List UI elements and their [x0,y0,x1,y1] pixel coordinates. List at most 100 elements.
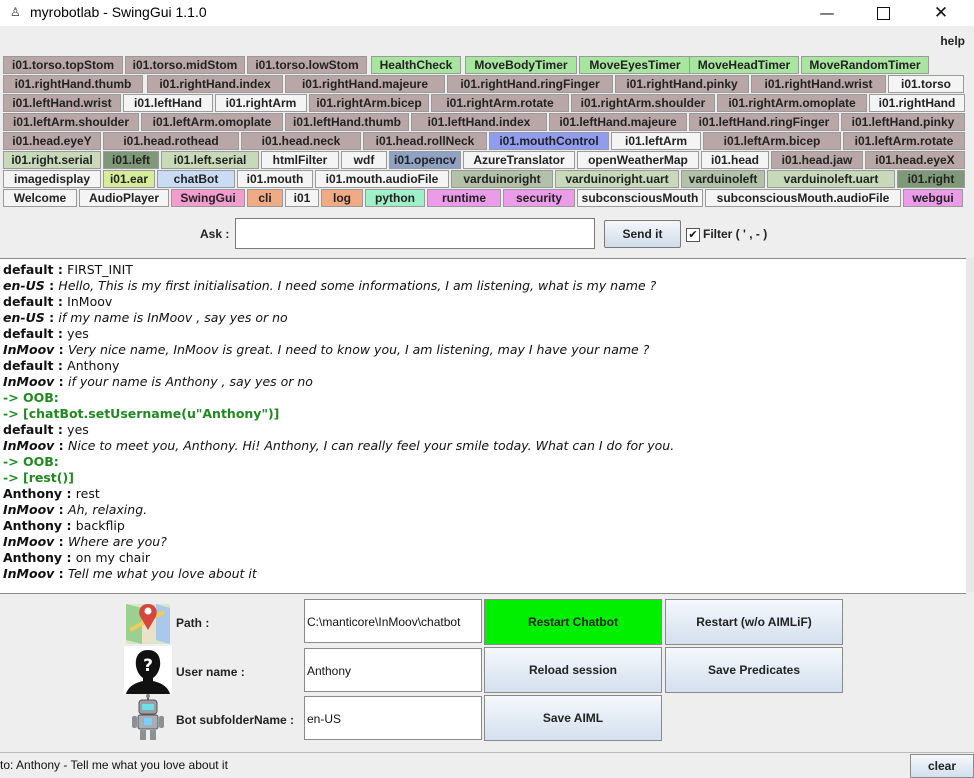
menu-help[interactable]: help [940,34,965,48]
tab-i01-head-eyex[interactable]: i01.head.eyeX [865,151,965,169]
chat-speaker: InMoov [3,566,55,581]
tab-i01-rightarm-shoulder[interactable]: i01.rightArm.shoulder [571,94,715,112]
tab-i01-lefthand-majeure[interactable]: i01.leftHand.majeure [549,113,687,131]
tab-varduinoleft[interactable]: varduinoleft [681,170,765,188]
tab-htmlfilter[interactable]: htmlFilter [261,151,339,169]
restart-chatbot-button[interactable]: Restart Chatbot [484,599,662,645]
tab-cli[interactable]: cli [247,189,283,207]
tab-i01-righthand-majeure[interactable]: i01.rightHand.majeure [285,75,445,93]
tab-i01-leftarm-bicep[interactable]: i01.leftArm.bicep [703,132,841,150]
tab-moveeyestimer[interactable]: MoveEyesTimer [579,56,691,74]
tab-i01-opencv[interactable]: i01.opencv [389,151,461,169]
tab-python[interactable]: python [365,189,425,207]
tab-movebodytimer[interactable]: MoveBodyTimer [465,56,577,74]
tab-subconsciousmouth-audiofile[interactable]: subconsciousMouth.audioFile [705,189,901,207]
tab-audioplayer[interactable]: AudioPlayer [79,189,169,207]
tab-runtime[interactable]: runtime [427,189,501,207]
tab-openweathermap[interactable]: openWeatherMap [577,151,699,169]
tab-azuretranslator[interactable]: AzureTranslator [463,151,575,169]
tab-i01-leftarm[interactable]: i01.leftArm [611,132,701,150]
tab-i01-leftarm-omoplate[interactable]: i01.leftArm.omoplate [141,113,283,131]
tab-i01-righthand-ringfinger[interactable]: i01.rightHand.ringFinger [447,75,613,93]
tab-wdf[interactable]: wdf [341,151,387,169]
tab-subconsciousmouth[interactable]: subconsciousMouth [577,189,703,207]
chat-log[interactable]: default : FIRST_INIT en-US : Hello, This … [0,258,966,594]
chat-separator: : [62,518,76,533]
tab-chatbot[interactable]: chatBot [157,170,235,188]
tab-log[interactable]: log [321,189,363,207]
filter-checkbox[interactable]: ✔ [686,228,700,242]
tab-i01-torso-topstom[interactable]: i01.torso.topStom [3,56,123,74]
tab-i01-torso-midstom[interactable]: i01.torso.midStom [125,56,245,74]
tab-i01-rightarm-omoplate[interactable]: i01.rightArm.omoplate [717,94,867,112]
close-button[interactable]: ✕ [918,0,964,26]
tab-i01-leftarm-rotate[interactable]: i01.leftArm.rotate [843,132,965,150]
tab-row: Welcome AudioPlayer SwingGui cli i01 log pytho… [0,189,974,207]
tab-security[interactable]: security [503,189,575,207]
save-predicates-button[interactable]: Save Predicates [665,647,843,693]
save-aiml-button[interactable]: Save AIML [484,695,662,741]
tab-moverandomtimer[interactable]: MoveRandomTimer [801,56,929,74]
tab-i01-mouthcontrol[interactable]: i01.mouthControl [489,132,609,150]
tab-i01-mouth-audiofile[interactable]: i01.mouth.audioFile [315,170,449,188]
tab-i01-righthand-index[interactable]: i01.rightHand.index [147,75,283,93]
chat-message: Very nice name, InMoov is great. I need … [68,342,650,357]
tab-i01-leftarm-shoulder[interactable]: i01.leftArm.shoulder [3,113,139,131]
reload-session-button[interactable]: Reload session [484,647,662,693]
maximize-button[interactable] [860,0,906,26]
tab-i01-right[interactable]: i01.right [897,170,965,188]
send-button[interactable]: Send it [604,220,681,248]
tab-i01-head-jaw[interactable]: i01.head.jaw [771,151,863,169]
tab-webgui[interactable]: webgui [903,189,963,207]
tab-i01-torso-lowstom[interactable]: i01.torso.lowStom [247,56,367,74]
tab-i01-left-serial[interactable]: i01.left.serial [161,151,259,169]
tab-i01-lefthand-ringfinger[interactable]: i01.leftHand.ringFinger [689,113,839,131]
tab-i01-righthand-wrist[interactable]: i01.rightHand.wrist [751,75,886,93]
tab-i01-left[interactable]: i01.left [103,151,159,169]
tab-i01-rightarm-bicep[interactable]: i01.rightArm.bicep [309,94,429,112]
tab-moveheadtimer[interactable]: MoveHeadTimer [689,56,799,74]
tab-i01-ear[interactable]: i01.ear [103,170,155,188]
tab-healthcheck[interactable]: HealthCheck [371,56,461,74]
tab-i01-lefthand-wrist[interactable]: i01.leftHand.wrist [3,94,121,112]
tab-i01-lefthand-thumb[interactable]: i01.leftHand.thumb [285,113,409,131]
filter-label: Filter ( ' , - ) [703,227,768,241]
tab-i01-head-rothead[interactable]: i01.head.rothead [103,132,239,150]
username-field[interactable]: Anthony [304,648,482,692]
chat-line: InMoov : if your name is Anthony , say y… [3,374,313,390]
tab-welcome[interactable]: Welcome [3,189,77,207]
chat-scrollbar[interactable] [966,258,974,592]
tab-i01-lefthand-index[interactable]: i01.leftHand.index [411,113,547,131]
tab-i01-right-serial[interactable]: i01.right.serial [3,151,101,169]
tab-i01-head-neck[interactable]: i01.head.neck [241,132,361,150]
tab-i01-lefthand[interactable]: i01.leftHand [123,94,213,112]
subfolder-field[interactable]: en-US [304,696,482,740]
tab-imagedisplay[interactable]: imagedisplay [3,170,101,188]
tab-i01-lefthand-pinky[interactable]: i01.leftHand.pinky [841,113,965,131]
chat-separator: : [62,550,76,565]
ask-input[interactable] [235,218,595,249]
tab-swinggui[interactable]: SwingGui [171,189,245,207]
chat-message: Ah, relaxing. [68,502,148,517]
tab-varduinoright[interactable]: varduinoright [451,170,553,188]
tab-i01-rightarm[interactable]: i01.rightArm [215,94,307,112]
tab-i01-righthand-thumb[interactable]: i01.rightHand.thumb [3,75,143,93]
tab-i01-head-rollneck[interactable]: i01.head.rollNeck [363,132,487,150]
tab-varduinoright-uart[interactable]: varduinoright.uart [555,170,679,188]
chat-message: backflip [75,518,125,533]
restart-without-aimlif-button[interactable]: Restart (w/o AIMLiF) [665,599,843,645]
tab-i01-head[interactable]: i01.head [701,151,769,169]
tab-i01-head-eyey[interactable]: i01.head.eyeY [3,132,101,150]
tab-i01-rightarm-rotate[interactable]: i01.rightArm.rotate [431,94,569,112]
tab-i01-torso[interactable]: i01.torso [888,75,964,93]
tab-i01[interactable]: i01 [285,189,319,207]
tab-i01-righthand[interactable]: i01.rightHand [869,94,965,112]
chat-speaker: default [3,358,54,373]
minimize-button[interactable]: — [804,0,850,26]
tab-i01-mouth[interactable]: i01.mouth [237,170,313,188]
tab-i01-righthand-pinky[interactable]: i01.rightHand.pinky [615,75,749,93]
clear-button[interactable]: clear [910,754,974,778]
chat-speaker: InMoov [3,342,55,357]
tab-varduinoleft-uart[interactable]: varduinoleft.uart [767,170,895,188]
path-field[interactable]: C:\manticore\InMoov\chatbot [304,599,482,643]
